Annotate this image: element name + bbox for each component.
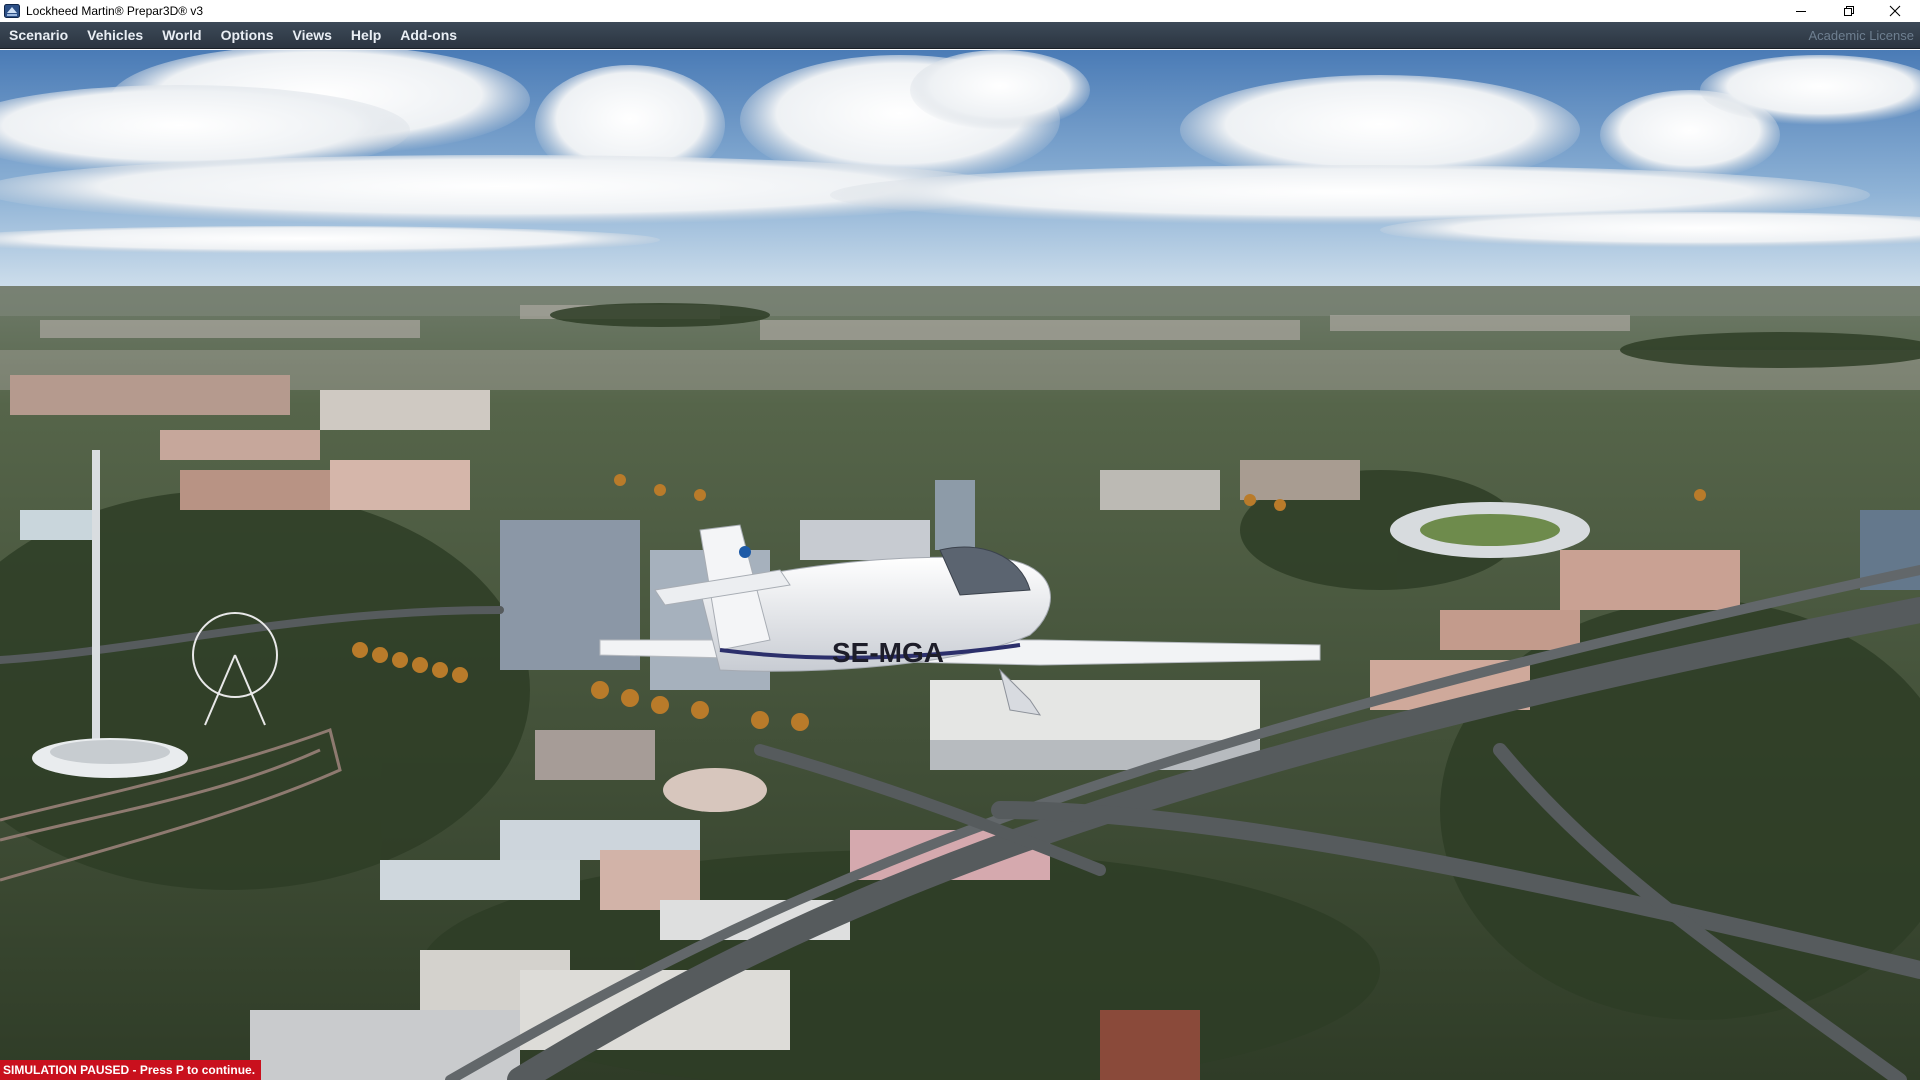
menu-views[interactable]: Views (283, 22, 341, 49)
menu-world[interactable]: World (153, 22, 211, 49)
aircraft-registration: SE-MGA (832, 637, 944, 668)
restore-icon (1843, 5, 1855, 17)
close-button[interactable] (1872, 0, 1918, 22)
simulator-viewport[interactable]: SE-MGA (0, 50, 1920, 1080)
menu-bar: Scenario Vehicles World Options Views He… (0, 22, 1920, 49)
minimize-icon (1795, 5, 1807, 17)
minimize-button[interactable] (1778, 0, 1824, 22)
restore-button[interactable] (1826, 0, 1872, 22)
menu-addons[interactable]: Add-ons (391, 22, 467, 49)
menu-vehicles[interactable]: Vehicles (78, 22, 153, 49)
menu-options[interactable]: Options (212, 22, 284, 49)
menu-help[interactable]: Help (342, 22, 391, 49)
license-label: Academic License (1808, 28, 1915, 43)
window-titlebar[interactable]: Lockheed Martin® Prepar3D® v3 (0, 0, 1920, 22)
menu-scenario[interactable]: Scenario (0, 22, 78, 49)
window-title: Lockheed Martin® Prepar3D® v3 (26, 4, 204, 18)
scenery-view: SE-MGA (0, 50, 1920, 1080)
simulation-status-bar: SIMULATION PAUSED - Press P to continue. (0, 1060, 262, 1080)
pause-status-text: SIMULATION PAUSED - Press P to continue. (3, 1063, 256, 1077)
close-icon (1889, 5, 1901, 17)
app-icon (4, 3, 20, 19)
